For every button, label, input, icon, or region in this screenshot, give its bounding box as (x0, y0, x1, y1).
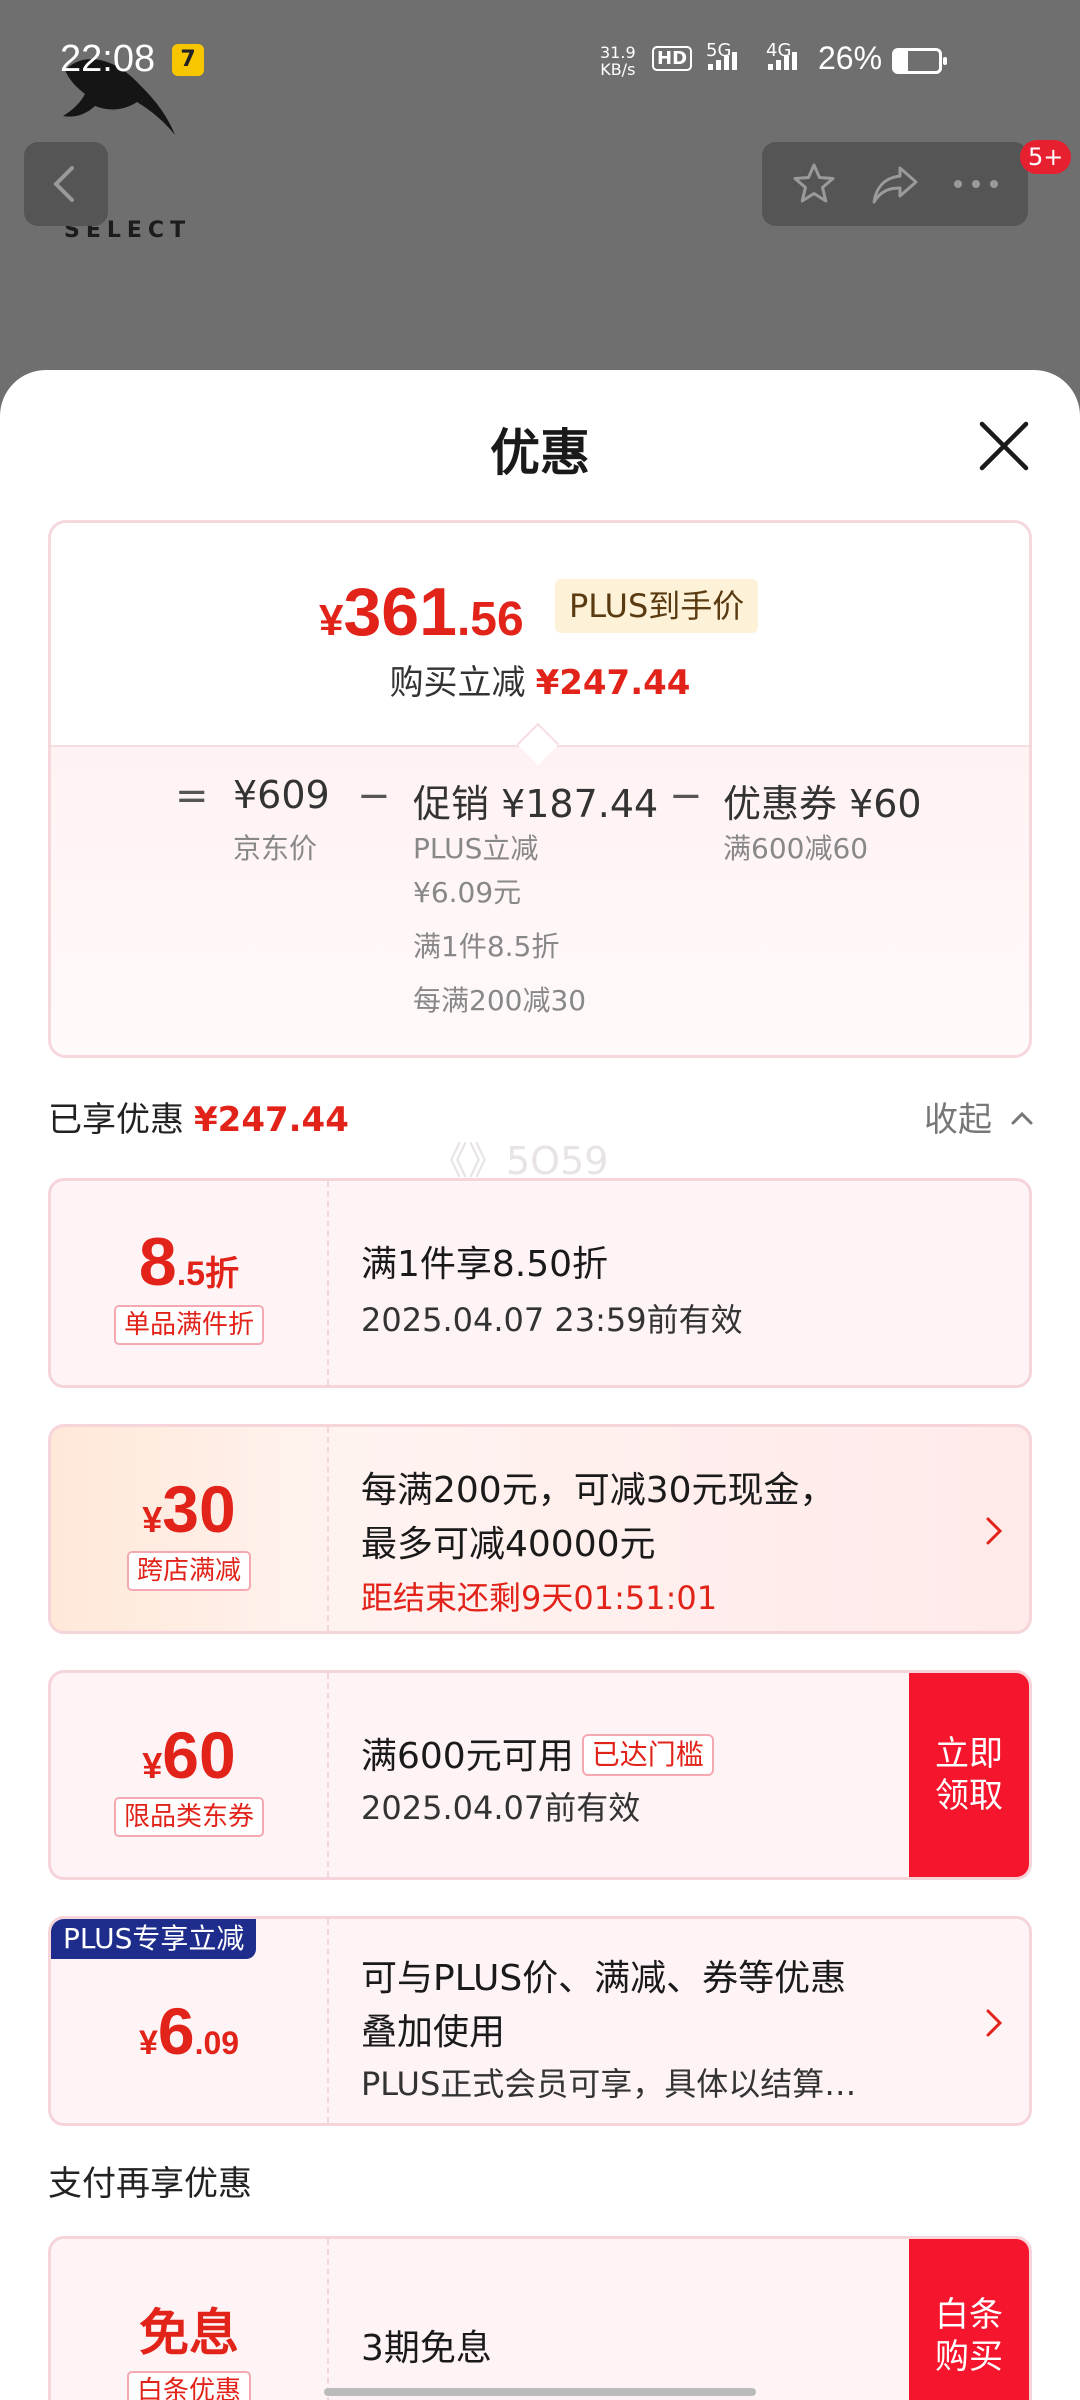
coupon-card-discount[interactable]: 8.5折 单品满件折 满1件享8.50折 2025.04.07 23:59前有效 (48, 1178, 1032, 1388)
coupon-title: 叠加使用 (361, 2012, 506, 2053)
countdown: 距结束还剩9天01:51:01 (361, 1579, 718, 1617)
home-indicator (324, 2388, 756, 2396)
equals-sign: = (175, 773, 209, 819)
minus-sign: − (669, 773, 703, 819)
promo-amount: 促销 ¥187.44 (413, 782, 659, 826)
purchase-reduction: 购买立减 ¥247.44 (389, 663, 691, 703)
signal-5g-icon (708, 52, 737, 70)
watermark: 《》5O59 (430, 1139, 609, 1183)
coupon-tag: 单品满件折 (113, 1305, 264, 1345)
jd-price: ¥609 (233, 773, 330, 817)
hd-icon: HD (652, 46, 693, 71)
back-button[interactable] (24, 142, 108, 226)
discount-sheet: 优惠 ¥361.56 PLUS到手价 购买立减 ¥247.44 = ¥609 京东… (0, 370, 1080, 2400)
battery-percent: 26% (818, 40, 883, 76)
coupon-validity: 2025.04.07前有效 (361, 1789, 641, 1827)
chevron-left-icon (53, 166, 74, 202)
chevron-right-icon (986, 1517, 1003, 1545)
chevron-up-icon (1011, 1111, 1033, 1125)
plus-price-tag: PLUS到手价 (555, 579, 759, 633)
promo-detail: PLUS立减 (413, 832, 539, 865)
collapse-button[interactable]: 收起 (924, 1092, 1035, 1141)
coupon-amount: 优惠券 ¥60 (723, 782, 922, 826)
signal-4g-icon (768, 52, 797, 70)
coupon-note: PLUS正式会员可享，具体以结算… (361, 2065, 857, 2103)
network-speed: 31.9 KB/s (600, 43, 636, 79)
coupon-title: 可与PLUS价、满减、券等优惠 (361, 1958, 847, 1999)
coupon-title: 满600元可用 已达门槛 (361, 1727, 714, 1779)
offer-title: 3期免息 (361, 2328, 492, 2369)
promo-detail: ¥6.09元 (413, 876, 522, 909)
coupon-detail: 满600减60 (723, 832, 869, 865)
chevron-right-icon (986, 2009, 1003, 2037)
favorite-star-icon[interactable] (787, 157, 841, 211)
top-actions (762, 142, 1028, 226)
share-icon[interactable] (868, 157, 922, 211)
promo-detail: 每满200减30 (413, 984, 587, 1017)
close-button[interactable] (974, 416, 1034, 476)
close-icon (979, 421, 1029, 471)
battery-icon (892, 48, 947, 74)
baitiao-buy-button[interactable]: 白条购买 (909, 2239, 1029, 2400)
promo-detail: 满1件8.5折 (413, 930, 560, 963)
app-notification-icon: 7 (172, 44, 204, 76)
coupon-card-cross-store[interactable]: ¥30 跨店满减 每满200元，可减30元现金， 最多可减40000元 距结束还… (48, 1424, 1032, 1634)
enjoyed-discount: 已享优惠 ¥247.44 (48, 1100, 349, 1140)
minus-sign: − (357, 773, 391, 819)
notification-badge: 5+ (1020, 140, 1072, 174)
interest-free-label: 免息 (139, 2305, 239, 2361)
offer-tag: 白条优惠 (126, 2371, 251, 2400)
payment-section-title: 支付再享优惠 (48, 2164, 252, 2204)
claim-coupon-button[interactable]: 立即领取 (909, 1673, 1029, 1877)
status-time: 22:08 (60, 38, 156, 80)
threshold-reached-badge: 已达门槛 (581, 1734, 714, 1776)
coupon-card-plus[interactable]: PLUS专享立减 ¥6.09 可与PLUS价、满减、券等优惠 叠加使用 PLUS… (48, 1916, 1032, 2126)
price-summary-card: ¥361.56 PLUS到手价 购买立减 ¥247.44 = ¥609 京东价 −… (48, 520, 1032, 1058)
coupon-validity: 2025.04.07 23:59前有效 (361, 1301, 743, 1339)
jd-price-label: 京东价 (233, 832, 318, 865)
payment-offer-card[interactable]: 免息 白条优惠 3期免息 白条购买 (48, 2236, 1032, 2400)
coupon-title: 满1件享8.50折 (361, 1244, 609, 1285)
coupon-tag: 限品类东券 (113, 1797, 264, 1837)
coupon-card-category[interactable]: ¥60 限品类东券 满600元可用 已达门槛 2025.04.07前有效 立即领取 (48, 1670, 1032, 1880)
status-bar: 22:08 7 31.9 KB/s HD 5G 4G 26% (0, 0, 1080, 120)
coupon-tag: 跨店满减 (126, 1551, 251, 1591)
more-icon[interactable] (949, 157, 1003, 211)
final-price: ¥361.56 (319, 574, 524, 650)
sheet-title: 优惠 (490, 424, 590, 482)
coupon-title: 每满200元，可减30元现金， (361, 1470, 836, 1511)
coupon-title: 最多可减40000元 (361, 1524, 656, 1565)
